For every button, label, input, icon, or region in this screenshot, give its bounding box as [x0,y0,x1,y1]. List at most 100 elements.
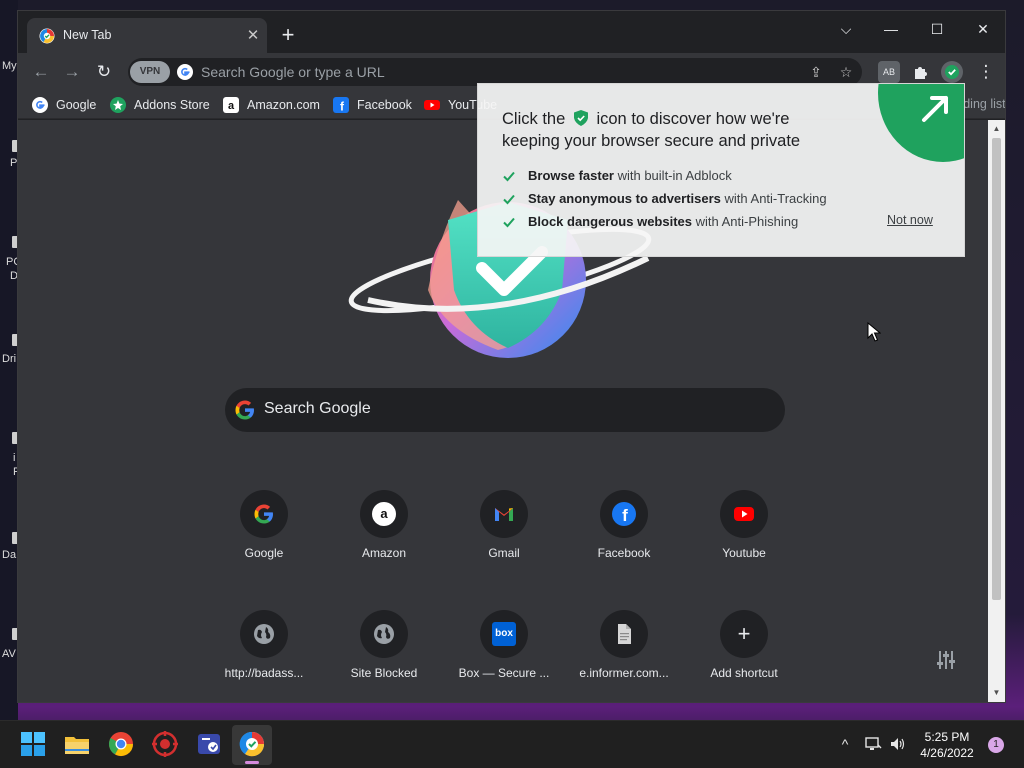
check-icon [503,171,515,182]
maximize-button[interactable]: ☐ [915,15,959,43]
forward-button[interactable]: → [59,59,85,85]
document-icon [618,624,631,644]
shortcut-tile: + [720,610,768,658]
security-shield-extension-icon[interactable] [941,61,963,83]
shortcut-box[interactable]: box Box — Secure ... [448,610,560,702]
arrow-up-right-icon [922,96,948,122]
not-now-link[interactable]: Not now [887,213,933,227]
desktop-label[interactable]: My [2,60,18,72]
windows-start-icon[interactable] [18,729,48,759]
shortcut-informer[interactable]: e.informer.com... [568,610,680,702]
search-placeholder: Search Google [264,400,371,417]
shortcut-tile [240,490,288,538]
page-scrollbar[interactable]: ▲ ▼ [988,120,1005,702]
google-icon [235,400,254,420]
vpn-toggle[interactable]: VPN [130,61,170,83]
shortcut-tile [240,610,288,658]
bookmark-addons-store[interactable]: Addons Store [110,96,210,114]
reload-button[interactable]: ↻ [91,59,117,85]
youtube-icon [734,507,754,521]
security-app-icon[interactable] [150,729,180,759]
chrome-icon[interactable] [106,729,136,759]
customize-sliders-icon[interactable] [934,648,958,672]
shortcut-tile [600,610,648,658]
remote-app-icon[interactable] [194,729,224,759]
share-icon[interactable]: ⇪ [806,62,826,82]
bookmark-google[interactable]: Google [32,96,96,114]
network-icon[interactable] [864,735,882,753]
shortcut-tile: box [480,610,528,658]
tray-chevron-icon[interactable]: ^ [836,735,854,753]
back-button[interactable]: ← [28,59,54,85]
active-app-indicator [245,761,259,764]
gmail-icon [495,508,513,521]
youtube-icon [424,99,440,110]
shortcut-label: Google [244,546,284,560]
desktop-label[interactable]: Dri [2,353,18,365]
scroll-down-arrow[interactable]: ▼ [991,688,1002,698]
shortcut-amazon[interactable]: a Amazon [328,490,440,590]
bookmark-label: Amazon.com [247,98,320,112]
new-tab-button[interactable]: + [276,24,300,48]
minimize-button[interactable]: — [869,15,913,43]
google-icon [254,504,273,524]
svg-text:a: a [380,506,388,521]
tab-strip: New Tab ✕ + ⌵ — ☐ ✕ [18,11,1005,53]
feature-bold: Stay anonymous to advertisers [528,191,721,206]
facebook-icon: f [612,502,636,526]
scroll-up-arrow[interactable]: ▲ [991,124,1002,134]
promo-feature-adblock: Browse faster with built-in Adblock [502,167,732,185]
file-explorer-icon[interactable] [62,729,92,759]
shortcut-site-blocked[interactable]: Site Blocked [328,610,440,702]
bookmark-star-icon[interactable]: ☆ [836,62,856,82]
shortcut-youtube[interactable]: Youtube [688,490,800,590]
clock-date: 4/26/2022 [920,746,974,760]
shortcut-google[interactable]: Google [208,490,320,590]
browser-menu-icon[interactable]: ⋮ [973,59,999,85]
promo-title-start: Click the [502,110,566,128]
google-search-box[interactable]: Search Google [225,388,785,432]
desktop-label[interactable]: AV [2,648,18,660]
shortcut-facebook[interactable]: f Facebook [568,490,680,590]
bookmark-label: Google [56,98,97,112]
security-promo-popup: Click the icon to discover how we're kee… [477,83,965,257]
amazon-icon: a [372,502,396,526]
shortcut-tile [480,490,528,538]
plus-icon: + [737,621,751,646]
shortcut-tile [360,610,408,658]
address-bar-placeholder: Search Google or type a URL [201,64,385,80]
tab-title: New Tab [63,28,112,42]
promo-feature-anti-phishing: Block dangerous websites with Anti-Phish… [502,213,798,231]
bookmark-facebook[interactable]: f Facebook [333,96,412,114]
avg-secure-browser-icon[interactable] [237,729,267,759]
globe-icon [254,624,274,644]
taskbar: ^ 5:25 PM 4/26/2022 1 [0,720,1024,768]
feature-bold: Block dangerous websites [528,214,692,229]
shortcut-tile [720,490,768,538]
add-shortcut-button[interactable]: + Add shortcut [688,610,800,702]
adblock-extension-icon[interactable]: AB [878,61,900,83]
bookmark-amazon[interactable]: a Amazon.com [223,96,320,114]
close-window-button[interactable]: ✕ [961,15,1005,43]
scroll-thumb[interactable] [992,138,1001,600]
promo-title: Click the icon to discover how we're kee… [502,108,832,152]
address-bar[interactable]: VPN Search Google or type a URL ⇪ ☆ [128,58,862,86]
close-tab-icon[interactable]: ✕ [243,26,263,46]
shield-check-icon [573,109,588,126]
mouse-cursor-icon [867,322,881,342]
shortcut-tile: a [360,490,408,538]
system-clock[interactable]: 5:25 PM 4/26/2022 [912,729,982,761]
tab-new-tab[interactable]: New Tab ✕ [27,18,267,53]
google-icon [177,64,193,80]
box-icon: box [492,622,516,646]
shortcut-gmail[interactable]: Gmail [448,490,560,590]
shortcut-badass[interactable]: http://badass... [208,610,320,702]
tab-search-dropdown-icon[interactable]: ⌵ [824,15,868,43]
shortcut-label: Gmail [488,546,520,560]
google-icon [32,96,48,113]
clock-time: 5:25 PM [924,730,970,744]
desktop-label[interactable]: Da [2,549,18,561]
volume-icon[interactable] [889,735,907,753]
notification-badge[interactable]: 1 [988,737,1004,753]
puzzle-extensions-icon[interactable] [911,62,931,82]
